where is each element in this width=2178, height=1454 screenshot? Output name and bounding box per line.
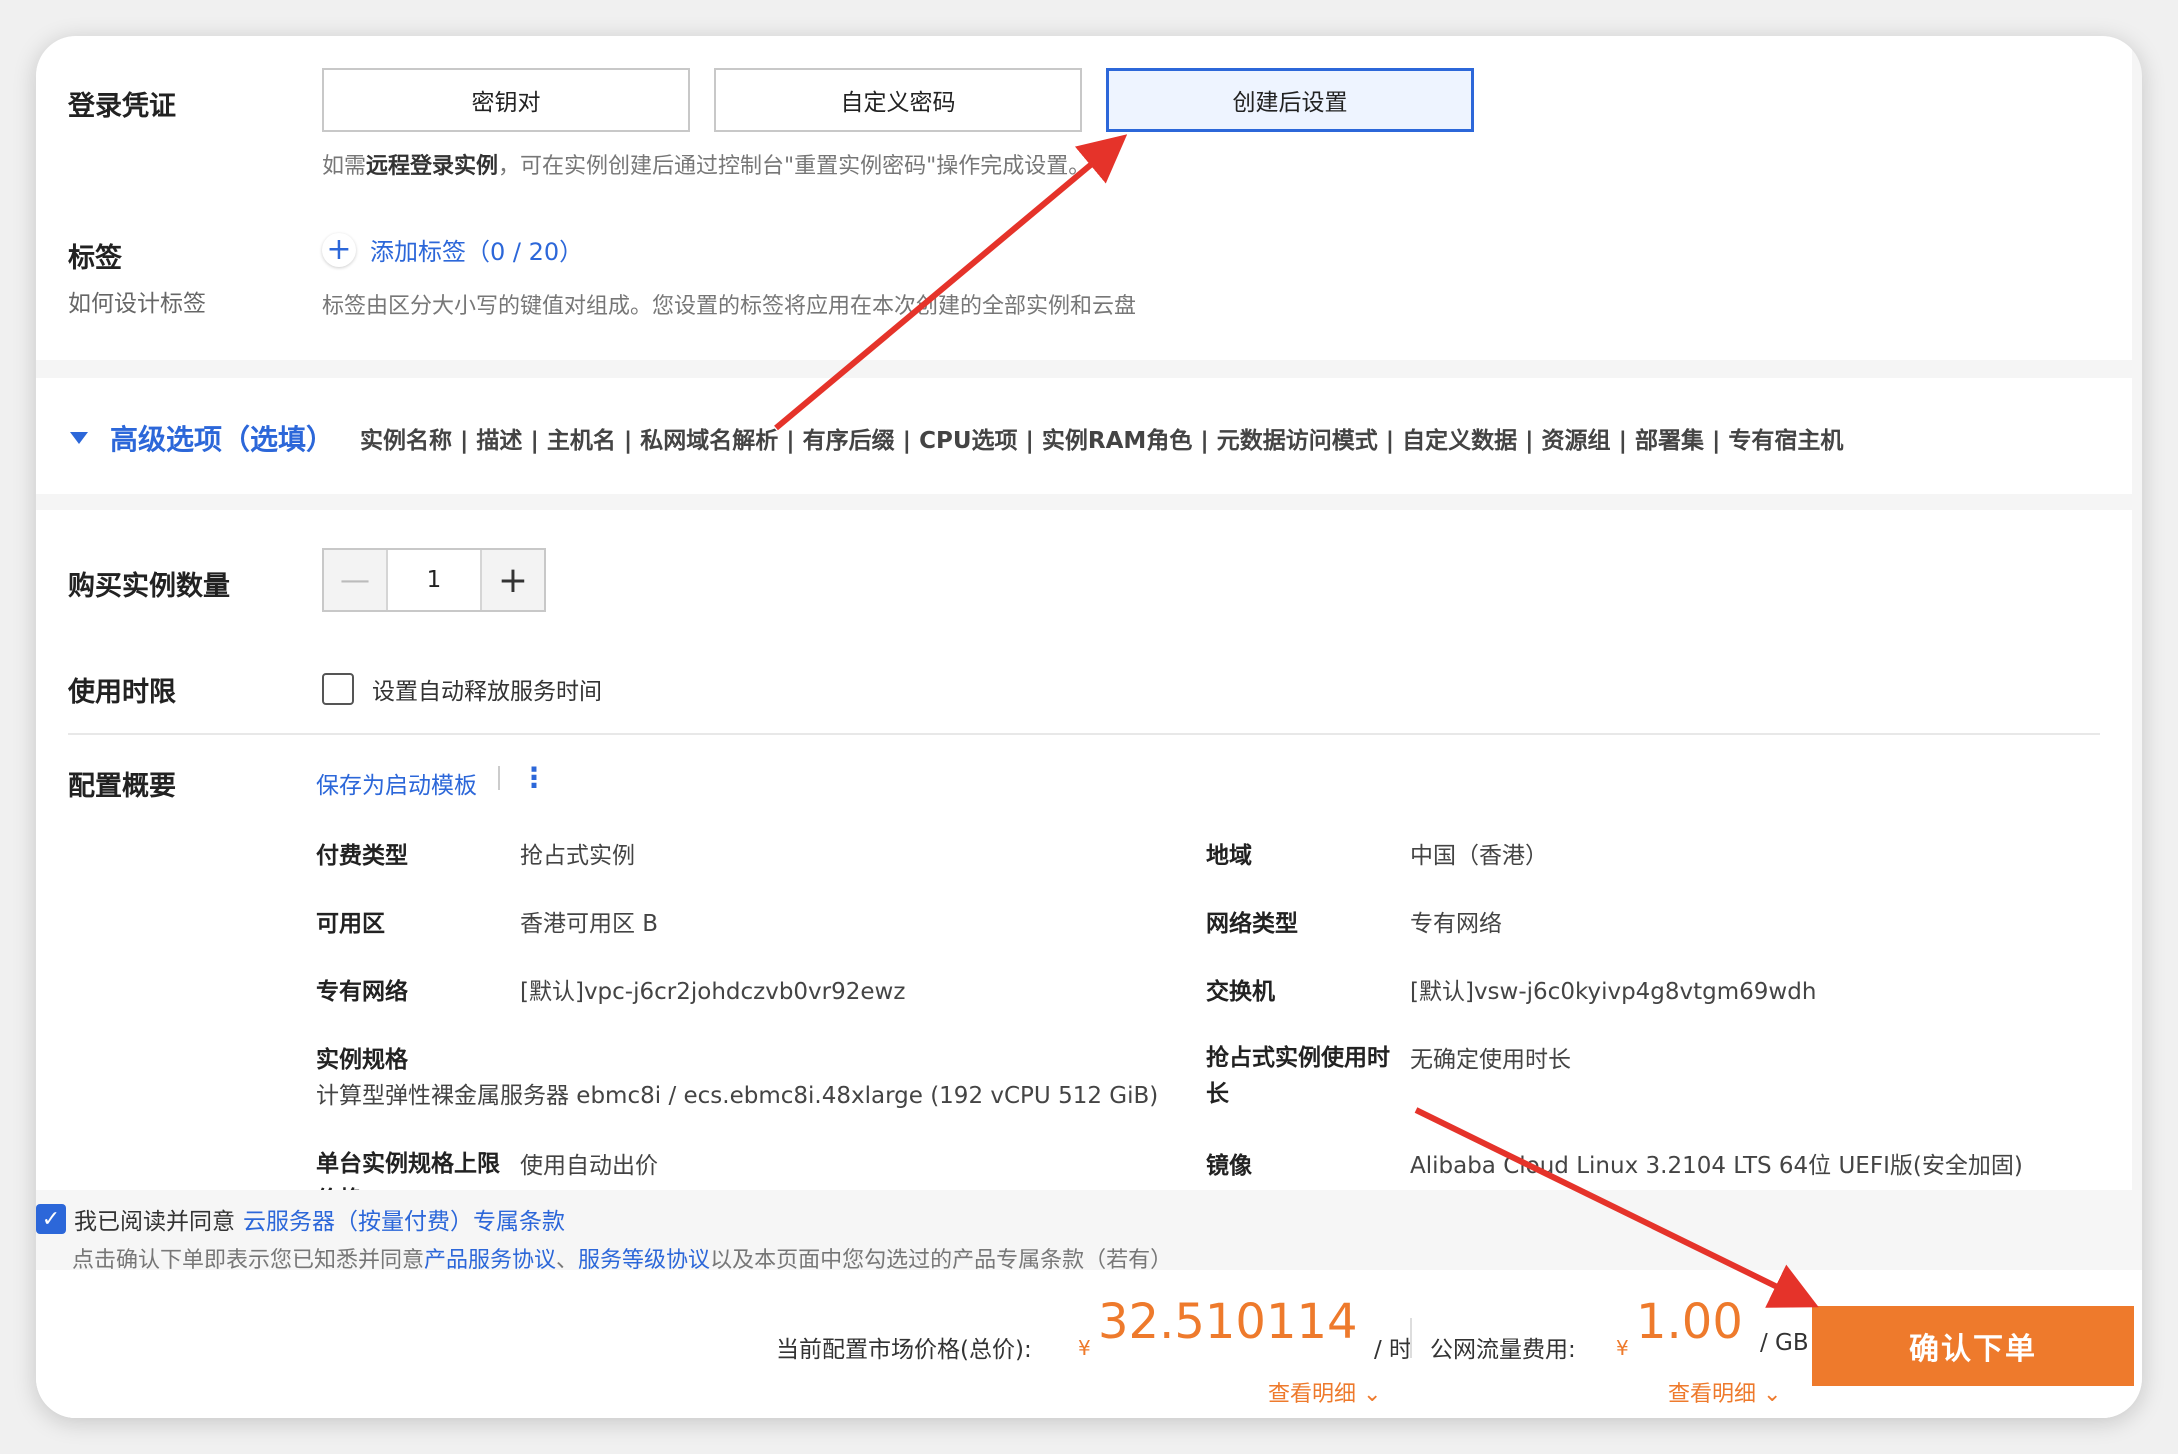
check-icon[interactable]: ✓ xyxy=(36,1204,66,1234)
summary-value: 中国（香港） xyxy=(1410,843,1548,869)
price-detail-link[interactable]: 查看明细 ⌄ xyxy=(1268,1376,1381,1408)
divider xyxy=(68,733,2100,735)
auto-release-checkbox[interactable]: 设置自动释放服务时间 xyxy=(322,672,602,706)
separator xyxy=(498,766,500,790)
summary-key: 镜像 xyxy=(1206,1153,1252,1179)
tags-hint: 标签由区分大小写的键值对组成。您设置的标签将应用在本次创建的全部实例和云盘 xyxy=(322,294,1137,319)
decrement-button[interactable]: — xyxy=(324,550,388,610)
summary-key: 专有网络 xyxy=(316,979,408,1005)
summary-value: 抢占式实例 xyxy=(520,843,635,869)
summary-value: 香港可用区 B xyxy=(520,911,659,937)
add-tag-label: 添加标签（0 / 20） xyxy=(370,238,584,266)
summary-value: 使用自动出价 xyxy=(520,1153,658,1179)
auto-release-label: 设置自动释放服务时间 xyxy=(372,679,602,705)
summary-key: 网络类型 xyxy=(1206,911,1298,937)
traffic-price: 1.00 xyxy=(1636,1294,1743,1350)
summary-key: 地域 xyxy=(1206,843,1252,869)
currency-symbol: ¥ xyxy=(1078,1336,1091,1360)
advanced-options-items: 实例名称 | 描述 | 主机名 | 私网域名解析 | 有序后缀 | CPU选项 … xyxy=(360,428,1844,454)
summary-value: 计算型弹性裸金属服务器 ebmc8i / ecs.ebmc8i.48xlarge… xyxy=(316,1083,1159,1109)
tags-label: 标签 xyxy=(68,243,122,274)
total-price: 32.510114 xyxy=(1098,1294,1358,1350)
summary-key: 单台实例规格上限价格 xyxy=(316,1151,500,1190)
summary-value: 无确定使用时长 xyxy=(1410,1047,1571,1073)
advanced-options-title: 高级选项（选填） xyxy=(110,423,335,456)
triangle-down-icon xyxy=(70,432,88,444)
summary-value: [默认]vpc-j6cr2johdczvb0vr92ewz xyxy=(520,979,906,1005)
price-label: 当前配置市场价格(总价): xyxy=(776,1337,1032,1363)
advanced-options-toggle[interactable]: 高级选项（选填） 实例名称 | 描述 | 主机名 | 私网域名解析 | 有序后缀… xyxy=(70,418,1843,458)
duration-label: 使用时限 xyxy=(68,677,176,708)
price-unit: / 时 xyxy=(1374,1337,1413,1363)
summary-value: [默认]vsw-j6c0kyivp4g8vtgm69wdh xyxy=(1410,979,1817,1005)
custom-password-option[interactable]: 自定义密码 xyxy=(714,68,1082,132)
increment-button[interactable]: + xyxy=(480,550,544,610)
summary-key: 实例规格 xyxy=(316,1047,408,1073)
summary-label: 配置概要 xyxy=(68,771,176,802)
login-hint: 如需远程登录实例，可在实例创建后通过控制台"重置实例密码"操作完成设置。 xyxy=(322,154,1091,179)
credentials-panel: 登录凭证 密钥对 自定义密码 创建后设置 如需远程登录实例，可在实例创建后通过控… xyxy=(36,36,2132,360)
currency-symbol: ¥ xyxy=(1616,1336,1629,1360)
summary-key: 付费类型 xyxy=(316,843,408,869)
plus-icon: + xyxy=(322,232,356,267)
order-window: 登录凭证 密钥对 自定义密码 创建后设置 如需远程登录实例，可在实例创建后通过控… xyxy=(36,36,2142,1418)
quantity-label: 购买实例数量 xyxy=(68,571,230,602)
save-template-link[interactable]: 保存为启动模板 xyxy=(316,766,477,800)
set-after-creation-option[interactable]: 创建后设置 xyxy=(1106,68,1474,132)
agreement-text: 我已阅读并同意 xyxy=(74,1209,235,1235)
traffic-unit: / GB xyxy=(1760,1330,1809,1356)
agreement-checkbox[interactable]: ✓ 我已阅读并同意 云服务器（按量付费）专属条款 xyxy=(36,1202,565,1236)
summary-key: 抢占式实例使用时长 xyxy=(1206,1045,1390,1107)
login-credential-label: 登录凭证 xyxy=(68,91,176,122)
summary-key: 可用区 xyxy=(316,911,385,937)
quantity-stepper: — 1 + xyxy=(322,548,546,612)
separator xyxy=(1410,1318,1412,1358)
confirm-order-button[interactable]: 确认下单 xyxy=(1812,1306,2134,1386)
traffic-detail-link[interactable]: 查看明细 ⌄ xyxy=(1668,1376,1781,1408)
terms-link[interactable]: 云服务器（按量付费）专属条款 xyxy=(243,1202,565,1236)
traffic-label: 公网流量费用: xyxy=(1430,1337,1576,1363)
summary-key: 交换机 xyxy=(1206,979,1275,1005)
add-tag-button[interactable]: + 添加标签（0 / 20） xyxy=(322,232,583,267)
summary-value: Alibaba Cloud Linux 3.2104 LTS 64位 UEFI版… xyxy=(1410,1153,2023,1179)
summary-value: 专有网络 xyxy=(1410,911,1502,937)
more-icon[interactable]: ⋮ xyxy=(520,764,548,792)
tag-design-link[interactable]: 如何设计标签 xyxy=(68,284,206,318)
quantity-value[interactable]: 1 xyxy=(388,550,480,610)
keypair-option[interactable]: 密钥对 xyxy=(322,68,690,132)
checkbox-box[interactable] xyxy=(322,673,354,705)
